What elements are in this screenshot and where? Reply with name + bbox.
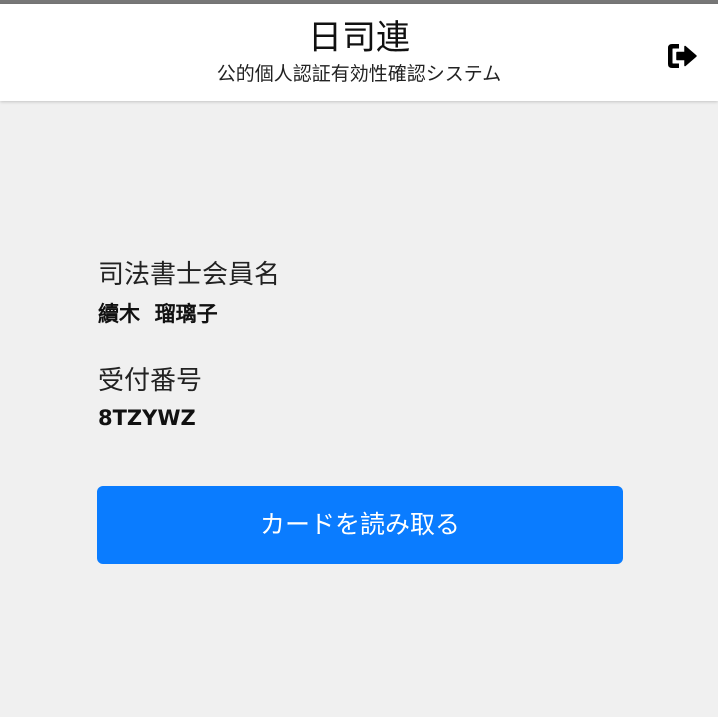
receipt-number-value: 8TZYWZ	[98, 406, 196, 430]
read-card-button[interactable]: カードを読み取る	[97, 486, 623, 564]
member-name-label: 司法書士会員名	[98, 260, 281, 290]
app-title: 日司連	[308, 18, 410, 58]
sign-out-icon	[668, 44, 697, 68]
member-name-value: 續木 瑠璃子	[98, 302, 218, 326]
app-subtitle: 公的個人認証有効性確認システム	[216, 63, 502, 85]
receipt-number-label: 受付番号	[98, 366, 203, 396]
logout-button[interactable]	[662, 36, 706, 76]
app-header: 日司連 公的個人認証有効性確認システム	[0, 4, 718, 101]
